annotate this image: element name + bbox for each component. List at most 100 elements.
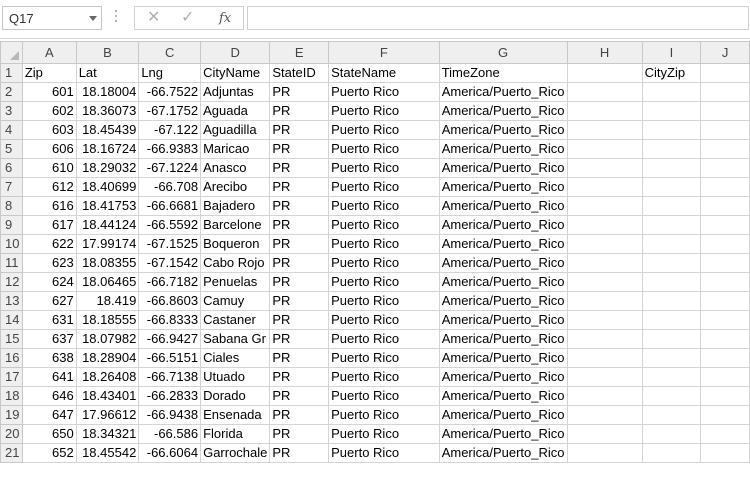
cell-a[interactable]: 647 [21, 405, 77, 425]
cell-i[interactable] [641, 367, 702, 387]
cell-c[interactable]: -66.7182 [138, 272, 202, 292]
cell-d[interactable]: Castaner [200, 310, 271, 330]
cell-a[interactable]: 624 [21, 272, 77, 292]
cell-b[interactable]: 18.07982 [75, 329, 140, 349]
cell-d[interactable]: Anasco [200, 158, 271, 178]
cell-a[interactable]: 606 [21, 139, 77, 159]
cell-e[interactable]: PR [269, 177, 330, 197]
cell-b[interactable]: 18.28904 [75, 348, 140, 368]
cell-j[interactable] [700, 215, 750, 235]
cell-f[interactable]: Puerto Rico [328, 120, 440, 140]
cell-h[interactable] [566, 291, 643, 311]
cell-b[interactable]: 18.45542 [75, 443, 140, 463]
cell-e[interactable]: PR [269, 348, 330, 368]
column-header-f[interactable]: F [328, 41, 440, 64]
row-header[interactable]: 12 [0, 272, 23, 292]
cell-h[interactable] [566, 196, 643, 216]
cell-b[interactable]: 18.18004 [75, 82, 140, 102]
row-header[interactable]: 17 [0, 367, 23, 387]
cell-i[interactable] [641, 139, 702, 159]
cell-d[interactable]: CityName [200, 63, 271, 83]
row-header[interactable]: 2 [0, 82, 23, 102]
cell-j[interactable] [700, 367, 750, 387]
cell-f[interactable]: Puerto Rico [328, 272, 440, 292]
cell-i[interactable] [641, 101, 702, 121]
cell-i[interactable] [641, 215, 702, 235]
cell-a[interactable]: 631 [21, 310, 77, 330]
cell-g[interactable]: America/Puerto_Rico [438, 177, 568, 197]
cell-d[interactable]: Barcelone [200, 215, 271, 235]
name-box-dropdown-icon[interactable] [89, 16, 97, 21]
cell-d[interactable]: Maricao [200, 139, 271, 159]
row-header[interactable]: 8 [0, 196, 23, 216]
cell-c[interactable]: -66.9383 [138, 139, 202, 159]
cell-j[interactable] [700, 291, 750, 311]
cell-h[interactable] [566, 272, 643, 292]
cell-e[interactable]: PR [269, 82, 330, 102]
column-header-c[interactable]: C [138, 41, 202, 64]
cell-c[interactable]: -66.7138 [138, 367, 202, 387]
cell-h[interactable] [566, 139, 643, 159]
cell-h[interactable] [566, 310, 643, 330]
cell-j[interactable] [700, 82, 750, 102]
formula-input[interactable] [247, 6, 749, 30]
cell-g[interactable]: America/Puerto_Rico [438, 139, 568, 159]
cell-a[interactable]: 638 [21, 348, 77, 368]
cell-f[interactable]: Puerto Rico [328, 405, 440, 425]
cell-d[interactable]: Aguadilla [200, 120, 271, 140]
cell-j[interactable] [700, 443, 750, 463]
cell-h[interactable] [566, 120, 643, 140]
cell-d[interactable]: Arecibo [200, 177, 271, 197]
cell-j[interactable] [700, 424, 750, 444]
row-header[interactable]: 21 [0, 443, 23, 463]
cell-a[interactable]: 612 [21, 177, 77, 197]
cell-i[interactable] [641, 272, 702, 292]
cell-d[interactable]: Dorado [200, 386, 271, 406]
cell-c[interactable]: -66.5151 [138, 348, 202, 368]
column-header-g[interactable]: G [438, 41, 568, 64]
cell-j[interactable] [700, 101, 750, 121]
cell-i[interactable] [641, 234, 702, 254]
cell-h[interactable] [566, 367, 643, 387]
cell-e[interactable]: PR [269, 367, 330, 387]
cell-g[interactable]: America/Puerto_Rico [438, 215, 568, 235]
cell-f[interactable]: Puerto Rico [328, 348, 440, 368]
cell-g[interactable]: America/Puerto_Rico [438, 158, 568, 178]
cell-g[interactable]: America/Puerto_Rico [438, 329, 568, 349]
select-all-corner[interactable] [0, 41, 23, 64]
cell-e[interactable]: PR [269, 405, 330, 425]
cell-b[interactable]: 18.44124 [75, 215, 140, 235]
cell-i[interactable] [641, 386, 702, 406]
cell-a[interactable]: 602 [21, 101, 77, 121]
row-header[interactable]: 10 [0, 234, 23, 254]
cell-c[interactable]: -67.122 [138, 120, 202, 140]
cell-e[interactable]: PR [269, 139, 330, 159]
cell-b[interactable]: 18.40699 [75, 177, 140, 197]
cell-b[interactable]: 18.16724 [75, 139, 140, 159]
cell-b[interactable]: 18.41753 [75, 196, 140, 216]
cancel-icon[interactable]: ✕ [147, 9, 160, 27]
cell-g[interactable]: America/Puerto_Rico [438, 386, 568, 406]
column-header-b[interactable]: B [75, 41, 140, 64]
cell-a[interactable]: 601 [21, 82, 77, 102]
cell-b[interactable]: 18.36073 [75, 101, 140, 121]
cell-g[interactable]: America/Puerto_Rico [438, 424, 568, 444]
cell-i[interactable] [641, 443, 702, 463]
cell-e[interactable]: StateID [269, 63, 330, 83]
cell-a[interactable]: 646 [21, 386, 77, 406]
cell-j[interactable] [700, 348, 750, 368]
row-header[interactable]: 13 [0, 291, 23, 311]
cell-g[interactable]: America/Puerto_Rico [438, 405, 568, 425]
cell-f[interactable]: Puerto Rico [328, 424, 440, 444]
cell-h[interactable] [566, 348, 643, 368]
cell-h[interactable] [566, 386, 643, 406]
cell-e[interactable]: PR [269, 386, 330, 406]
cell-g[interactable]: America/Puerto_Rico [438, 272, 568, 292]
cell-h[interactable] [566, 405, 643, 425]
cell-a[interactable]: 622 [21, 234, 77, 254]
cell-f[interactable]: Puerto Rico [328, 329, 440, 349]
cell-f[interactable]: Puerto Rico [328, 310, 440, 330]
cell-g[interactable]: America/Puerto_Rico [438, 348, 568, 368]
cell-c[interactable]: -67.1525 [138, 234, 202, 254]
cell-h[interactable] [566, 253, 643, 273]
